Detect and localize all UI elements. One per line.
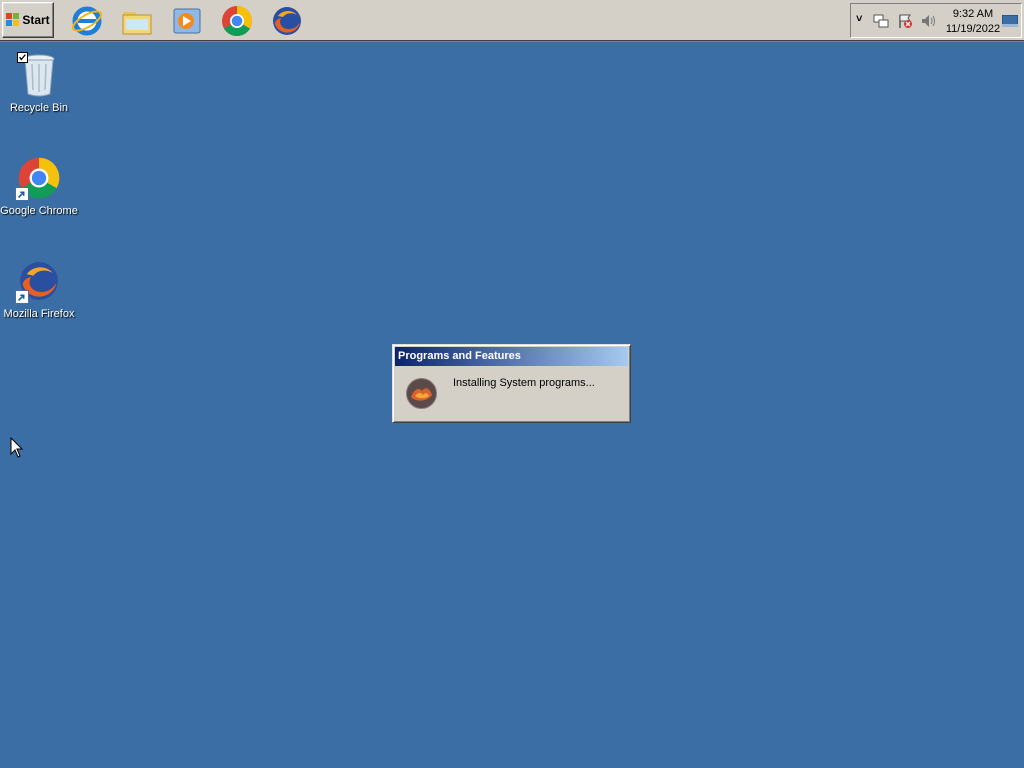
network-icon[interactable] [873,13,889,29]
show-desktop-icon[interactable] [1002,15,1018,27]
clock[interactable]: 9:32 AM 11/19/2022 [944,7,1002,37]
chrome-icon[interactable] [220,4,254,38]
installer-icon [406,378,437,409]
volume-icon[interactable] [921,13,937,29]
show-hidden-icons-icon[interactable]: ˅ [856,13,862,25]
start-label: Start [22,13,50,27]
shortcut-arrow-icon [15,290,29,304]
desktop-icon-label: Google Chrome [0,205,78,217]
desktop-icon-label: Mozilla Firefox [3,308,75,320]
desktop-icon-mozilla-firefox[interactable]: Mozilla Firefox [0,258,78,320]
selection-checkbox-icon[interactable] [17,52,28,63]
system-tray: ˅ 9:32 AM 11/19/2022 [850,3,1022,38]
clock-time: 9:32 AM [952,8,994,20]
internet-explorer-icon[interactable] [70,4,104,38]
action-center-icon[interactable] [897,13,913,29]
mouse-cursor-icon [10,437,24,458]
windows-logo-icon [6,13,20,26]
dialog-message: Installing System programs... [453,377,595,389]
taskbar: Start ˅ 9:32 AM 11/19/2022 [0,0,1024,42]
firefox-icon[interactable] [270,4,304,38]
dialog-title[interactable]: Programs and Features [395,347,628,366]
desktop-icon-google-chrome[interactable]: Google Chrome [0,155,78,217]
clock-date: 11/19/2022 [945,23,1001,35]
desktop-icon-recycle-bin[interactable]: Recycle Bin [0,52,78,114]
desktop-icon-label: Recycle Bin [9,102,69,114]
programs-and-features-dialog: Programs and Features Installing System … [392,344,631,423]
media-player-icon[interactable] [170,4,204,38]
shortcut-arrow-icon [15,187,29,201]
explorer-folder-icon[interactable] [120,4,154,38]
start-button[interactable]: Start [2,2,54,38]
